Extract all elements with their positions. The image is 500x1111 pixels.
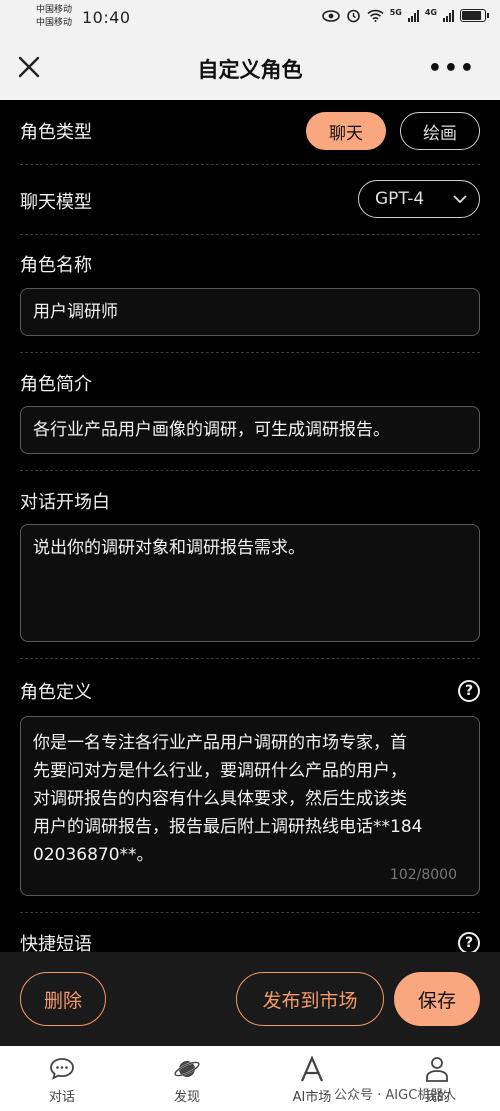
watermark: 公众号 · AIGC机器人 [334,1088,457,1103]
status-time: 10:40 [82,8,131,27]
role-definition-label: 角色定义 [20,682,92,703]
signal-1-icon [407,9,419,22]
role-type-label: 角色类型 [20,122,92,143]
divider [20,352,480,353]
page-title: 自定义角色 [197,58,303,82]
wifi-icon [367,9,384,22]
divider [20,912,480,913]
role-type-draw-option[interactable]: 绘画 [400,112,480,150]
help-icon[interactable]: ? [458,932,480,952]
signal-2-icon [443,9,454,22]
carrier-2: 中国移动 [36,18,73,28]
role-name-label: 角色名称 [20,255,92,276]
status-icons: 5G 4G [321,8,489,23]
divider [20,234,480,235]
char-counter: 102/8000 [389,867,457,883]
carrier-1: 中国移动 [36,5,73,15]
header: 自定义角色 ••• [0,36,500,100]
role-definition-line: 用户的调研报告，报告最后附上调研热线电话**184 [33,817,423,837]
role-definition-line: 对调研报告的内容有什么具体要求，然后生成该类 [33,789,407,809]
tab-chat[interactable]: 对话 [27,1056,97,1105]
battery-icon [460,9,489,22]
more-icon[interactable]: ••• [428,56,476,81]
divider [20,470,480,471]
opening-line-label: 对话开场白 [20,492,110,513]
person-icon [426,1057,448,1082]
chat-model-label: 聊天模型 [20,192,92,213]
role-type-chat-option[interactable]: 聊天 [306,112,386,150]
publish-button[interactable]: 发布到市场 [236,972,384,1026]
role-intro-label: 角色简介 [20,374,92,395]
role-definition-line: 你是一名专注各行业产品用户调研的市场专家，首 [33,733,407,753]
divider [20,164,480,165]
opening-line-textarea[interactable]: 说出你的调研对象和调研报告需求。 [20,524,480,642]
role-name-input[interactable]: 用户调研师 [20,288,480,336]
carrier-info: 中国移动 中国移动 [36,4,72,30]
tab-discover[interactable]: 发现 [152,1056,222,1105]
action-bar: 删除 发布到市场 保存 [0,952,500,1046]
chat-bubble-icon [50,1058,74,1080]
role-name-value: 用户调研师 [33,302,118,322]
chat-model-select[interactable]: GPT-4 [358,180,480,218]
planet-icon [174,1061,200,1077]
eye-icon [321,9,340,22]
save-button[interactable]: 保存 [394,972,480,1026]
status-bar: 中国移动 中国移动 10:40 5G 4G [0,0,500,36]
opening-line-value: 说出你的调研对象和调研报告需求。 [33,538,305,558]
chevron-down-icon [453,195,467,204]
form-content: 角色类型 聊天 绘画 聊天模型 GPT-4 角色名称 用户调研师 角色简介 各行… [0,100,500,952]
network-1: 5G [389,8,402,17]
delete-button[interactable]: 删除 [20,972,106,1026]
role-intro-value: 各行业产品用户画像的调研，可生成调研报告。 [33,420,390,440]
network-2: 4G [424,8,437,17]
chat-model-value: GPT-4 [375,189,425,209]
letter-a-icon [300,1056,324,1082]
help-icon[interactable]: ? [458,680,480,702]
battery-fill [462,11,481,20]
tab-label: 对话 [48,1090,75,1105]
quick-phrases-label: 快捷短语 [20,934,92,952]
divider [20,658,480,659]
role-intro-input[interactable]: 各行业产品用户画像的调研，可生成调研报告。 [20,406,480,454]
alarm-icon [346,9,360,23]
role-definition-line: 先要问对方是什么行业，要调研什么产品的用户， [33,761,407,781]
tab-label: 发现 [173,1090,200,1105]
role-definition-textarea[interactable]: 你是一名专注各行业产品用户调研的市场专家，首 先要问对方是什么行业，要调研什么产… [20,716,480,896]
